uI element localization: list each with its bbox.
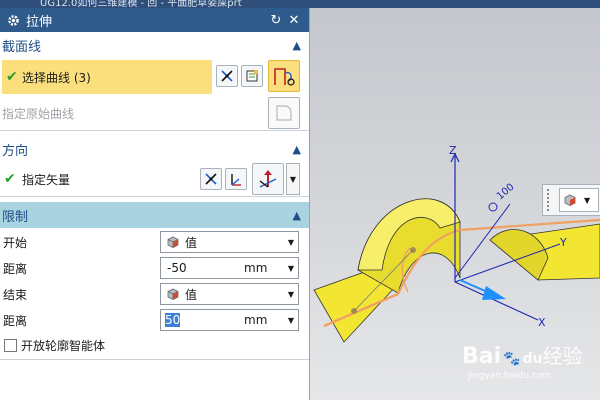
start-row: 开始 值 ▼ <box>0 229 309 255</box>
open-profile-row[interactable]: 开放轮廓智能体 <box>0 333 309 357</box>
extrude-dialog: 拉伸 ↻ ✕ 截面线 ▲ ✔ 选择曲线 (3) 指定原始曲线 方向 ▲ ✔ 指定… <box>0 8 310 400</box>
cube-icon <box>167 288 179 300</box>
cube-icon <box>564 194 576 206</box>
dialog-title: 拉伸 <box>26 14 53 30</box>
baidu-watermark: Bai 🐾 du 经验 jingyan.baidu.com <box>462 340 583 381</box>
end-value: 值 <box>185 287 198 302</box>
graphics-viewport[interactable]: Z X Y 100 ▼ Bai 🐾 du 经验 jingyan.baidu.co… <box>310 8 600 400</box>
chevron-down-icon[interactable]: ▼ <box>284 290 298 299</box>
distance2-row: 距离 50 mm ▼ <box>0 307 309 333</box>
watermark-paw: du <box>522 351 543 367</box>
divider <box>0 359 309 360</box>
gear-icon[interactable] <box>6 13 20 27</box>
section-direction-header[interactable]: 方向 ▲ <box>0 136 309 162</box>
distance2-input[interactable]: 50 mm ▼ <box>160 309 299 331</box>
distance1-label: 距离 <box>3 261 28 276</box>
start-label: 开始 <box>3 235 28 250</box>
viewport-type-selector[interactable]: ▼ <box>542 184 600 216</box>
inferred-vector-icon[interactable] <box>252 163 284 195</box>
end-select[interactable]: 值 ▼ <box>160 283 299 305</box>
section-curve-title: 截面线 <box>2 39 42 55</box>
open-profile-label: 开放轮廓智能体 <box>21 338 106 353</box>
paw-icon: 🐾 <box>503 351 521 367</box>
select-curve-row[interactable]: ✔ 选择曲线 (3) <box>2 60 300 94</box>
chevron-up-icon[interactable]: ▲ <box>293 143 301 156</box>
distance2-unit: mm <box>244 313 268 327</box>
divider <box>0 130 309 131</box>
chevron-down-icon[interactable]: ▼ <box>284 264 298 273</box>
distance1-row: 距离 -50 mm ▼ <box>0 255 309 281</box>
divider <box>0 196 309 197</box>
sketch-section-icon[interactable] <box>241 65 263 87</box>
app-title-text: UG12.0如何三维建模 - 回 - 平面肥草姿屎prt <box>40 0 242 8</box>
open-profile-checkbox[interactable] <box>4 338 17 352</box>
chevron-down-icon[interactable]: ▼ <box>584 196 590 205</box>
section-limits-title: 限制 <box>2 209 29 225</box>
end-row: 结束 值 ▼ <box>0 281 309 307</box>
dialog-titlebar: 拉伸 ↻ ✕ <box>0 8 309 32</box>
original-curve-icon[interactable] <box>268 97 300 129</box>
distance1-input[interactable]: -50 mm ▼ <box>160 257 299 279</box>
distance1-unit: mm <box>244 261 268 275</box>
watermark-cn: 经验 <box>542 344 583 368</box>
handle-sphere[interactable] <box>488 202 498 212</box>
y-axis-label: Y <box>559 236 567 249</box>
cube-icon <box>167 236 179 248</box>
distance2-label: 距离 <box>3 313 28 328</box>
select-curve-label: 选择曲线 (3) <box>22 70 91 85</box>
x-axis-label: X <box>538 316 546 329</box>
direction-arrow-head[interactable] <box>482 286 506 300</box>
reset-icon[interactable]: ↻ <box>267 13 285 28</box>
start-value: 值 <box>185 235 198 250</box>
vector-label: 指定矢量 <box>22 172 71 187</box>
checkmark-icon: ✔ <box>6 69 18 85</box>
x-axis <box>454 281 539 321</box>
watermark-brand: Bai <box>462 344 502 369</box>
original-curve-row[interactable]: 指定原始曲线 <box>0 96 309 130</box>
watermark-url: jingyan.baidu.com <box>468 371 552 381</box>
cube-select[interactable]: ▼ <box>559 188 599 212</box>
section-curve-header[interactable]: 截面线 ▲ <box>0 32 309 58</box>
start-select[interactable]: 值 ▼ <box>160 231 299 253</box>
checkmark-icon: ✔ <box>4 171 16 187</box>
chevron-up-icon[interactable]: ▲ <box>293 209 301 222</box>
section-limits-header[interactable]: 限制 ▲ <box>0 202 309 228</box>
close-icon[interactable]: ✕ <box>285 13 303 28</box>
drag-grip-icon[interactable] <box>547 189 553 211</box>
vector-row[interactable]: ✔ 指定矢量 ▼ <box>0 162 309 196</box>
distance1-value[interactable]: -50 <box>167 261 244 275</box>
app-title-strip: UG12.0如何三维建模 - 回 - 平面肥草姿屎prt <box>0 0 600 8</box>
chevron-down-icon[interactable]: ▼ <box>284 316 298 325</box>
z-axis-label: Z <box>449 144 457 157</box>
distance2-value[interactable]: 50 <box>165 313 181 327</box>
original-curve-label: 指定原始曲线 <box>2 106 75 121</box>
reverse-direction-icon[interactable] <box>200 168 222 190</box>
chevron-up-icon[interactable]: ▲ <box>293 39 301 52</box>
section-direction-title: 方向 <box>2 143 29 159</box>
vector-constructor-icon[interactable] <box>225 168 247 190</box>
dimension-label: 100 <box>495 182 517 203</box>
reverse-direction-icon[interactable] <box>216 65 238 87</box>
chevron-down-icon[interactable]: ▼ <box>284 238 298 247</box>
chevron-down-icon[interactable]: ▼ <box>286 163 300 195</box>
curve-selection-icon[interactable] <box>268 60 300 92</box>
end-label: 结束 <box>3 287 28 302</box>
